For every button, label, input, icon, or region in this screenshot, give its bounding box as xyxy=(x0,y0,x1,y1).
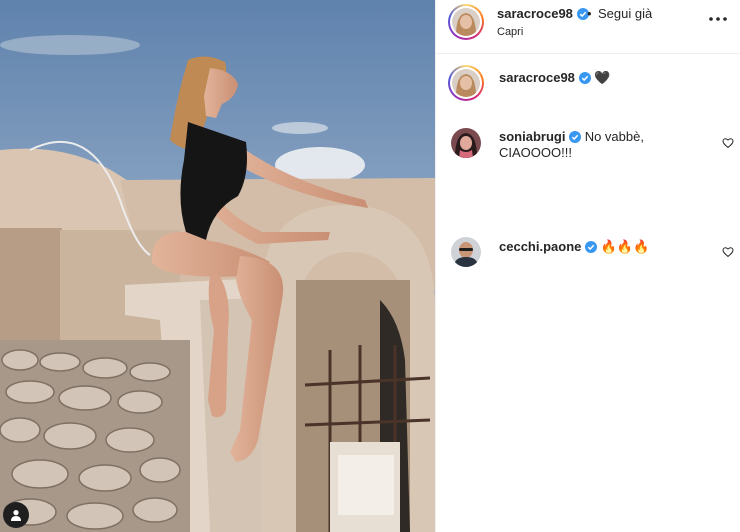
comment-author[interactable]: cecchi.paone xyxy=(499,239,581,254)
separator-dot: • xyxy=(587,6,592,21)
comment-item: cecchi.paone 🔥🔥🔥 xyxy=(436,236,740,270)
verified-badge-icon xyxy=(578,72,591,84)
commenter-avatar-image xyxy=(451,128,481,158)
comment-text-block: cecchi.paone 🔥🔥🔥 xyxy=(499,239,699,256)
follow-status-button[interactable]: Segui già xyxy=(598,6,652,21)
commenter-avatar-image xyxy=(451,237,481,267)
commenter-avatar[interactable] xyxy=(451,128,481,158)
comment-author[interactable]: soniabrugi xyxy=(499,129,565,144)
caption-author-avatar[interactable] xyxy=(448,65,484,101)
caption-author-avatar-image xyxy=(452,69,480,97)
more-options-icon[interactable] xyxy=(708,11,728,27)
post-caption: saracroce98 🖤 xyxy=(436,63,740,107)
heart-outline-icon[interactable] xyxy=(722,137,734,149)
caption-author[interactable]: saracroce98 xyxy=(499,70,575,85)
post-side-panel: saracroce98 • Segui già Capri saracroce9… xyxy=(435,0,740,532)
user-tag-button[interactable] xyxy=(3,502,29,528)
post-header: saracroce98 • Segui già Capri xyxy=(436,0,740,54)
post-image xyxy=(0,0,435,532)
author-avatar[interactable] xyxy=(448,4,484,40)
author-avatar-image xyxy=(452,8,480,36)
verified-badge-icon xyxy=(569,131,582,143)
author-username: saracroce98 xyxy=(497,6,573,21)
commenter-avatar[interactable] xyxy=(451,237,481,267)
comment-item: soniabrugi No vabbè, CIAOOOO!!! xyxy=(436,127,740,177)
post-photo[interactable] xyxy=(0,0,435,532)
verified-badge-icon xyxy=(585,241,597,253)
heart-outline-icon[interactable] xyxy=(722,246,734,258)
caption-text: 🖤 xyxy=(594,71,611,86)
user-tag-icon xyxy=(11,510,21,521)
comment-body: 🔥🔥🔥 xyxy=(600,240,650,255)
comment-text-block: soniabrugi No vabbè, CIAOOOO!!! xyxy=(499,129,699,161)
author-username-link[interactable]: saracroce98 xyxy=(497,6,589,21)
caption-text-block: saracroce98 🖤 xyxy=(499,70,699,87)
post-location[interactable]: Capri xyxy=(497,26,523,38)
